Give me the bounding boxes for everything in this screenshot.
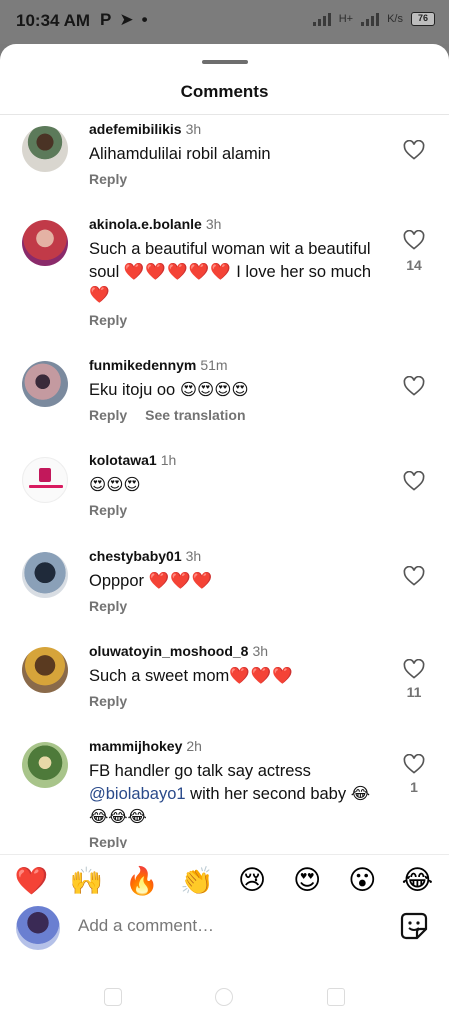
logo-text [29,485,63,488]
like-heart-icon[interactable] [403,566,425,586]
my-avatar [16,906,60,950]
avatar[interactable] [22,742,68,788]
comment-time: 3h [205,216,222,232]
comment-text: FB handler go talk say actress @biolabay… [89,762,370,826]
quick-reactions-bar: ❤️ 🙌 🔥 👏 😢 😍 😮 😂 [0,854,449,906]
reaction-heart[interactable]: ❤️ [10,865,54,897]
avatar[interactable] [22,361,68,407]
reply-button[interactable]: Reply [89,407,127,423]
comment-text: Opppor ❤️❤️❤️ [89,572,214,590]
comment-composer: Add a comment… [0,906,449,964]
telegram-icon: ➤ [119,10,142,29]
back-nav-icon[interactable] [104,988,122,1006]
comment-username[interactable]: oluwatoyin_moshood_8 3h [89,643,374,659]
comment-username[interactable]: adefemibilikis 3h [89,121,374,137]
reply-button[interactable]: Reply [89,312,127,328]
signal-icon-2 [361,12,380,26]
status-right: H+ K/s 76 [312,12,435,26]
comment-username[interactable]: mammijhokey 2h [89,738,374,754]
mention-link[interactable]: @biolabayo1 [89,785,186,803]
like-count: 11 [406,684,422,700]
reply-button[interactable]: Reply [89,502,127,518]
reply-button[interactable]: Reply [89,171,127,187]
heart-eyes-emojis: 😍😍😍😍 [179,381,249,399]
signal-icon [312,12,331,26]
reply-button[interactable]: Reply [89,598,127,614]
avatar[interactable] [22,220,68,266]
avatar[interactable] [22,552,68,598]
like-heart-icon[interactable] [403,659,425,679]
avatar[interactable] [22,126,68,172]
system-nav-bar [0,974,449,1024]
comment-text: Eku itoju oo 😍😍😍😍 [89,381,249,399]
reaction-crying[interactable]: 😢 [230,865,274,896]
like-count: 14 [406,257,422,273]
comment-text: Alihamdulilai robil alamin [89,145,271,163]
reaction-laughing[interactable]: 😂 [395,865,439,896]
add-comment-input[interactable]: Add a comment… [78,916,214,936]
parking-icon: P [100,10,120,29]
reaction-raised-hands[interactable]: 🙌 [65,865,109,897]
see-translation-button[interactable]: See translation [145,407,245,423]
like-heart-icon[interactable] [403,471,425,491]
avatar[interactable] [22,457,68,503]
reply-button[interactable]: Reply [89,834,127,848]
comment-username[interactable]: chestybaby01 3h [89,548,374,564]
reply-button[interactable]: Reply [89,693,127,709]
like-heart-icon[interactable] [403,230,425,250]
battery-icon: 76 [411,12,435,26]
reaction-surprised[interactable]: 😮 [340,865,384,896]
sheet-title: Comments [180,82,269,101]
status-bar: 10:34 AM P➤• H+ K/s 76 [0,0,449,44]
recents-nav-icon[interactable] [327,988,345,1006]
like-heart-icon[interactable] [403,376,425,396]
comment-text: Such a sweet mom❤️❤️❤️ [89,667,294,685]
comment-time: 3h [252,643,269,659]
drag-handle[interactable] [202,60,248,64]
comments-sheet: Comments adefemibilikis 3h Alihamdulilai … [0,44,449,1024]
comment-list[interactable]: adefemibilikis 3h Alihamdulilai robil ala… [0,115,449,848]
comment-time: 3h [185,121,202,137]
heart-emojis: ❤️❤️❤️ [229,667,294,685]
status-time: 10:34 AM [16,11,91,30]
comment-time: 51m [200,357,228,373]
comment-time: 3h [185,548,202,564]
comment-time: 1h [160,452,177,468]
reaction-fire[interactable]: 🔥 [120,865,164,897]
home-nav-icon[interactable] [215,988,233,1006]
heart-emojis: ❤️❤️❤️❤️❤️ [123,263,232,281]
comment-text: 😍😍😍 [89,474,374,497]
sticker-icon[interactable] [400,912,428,940]
reaction-heart-eyes[interactable]: 😍 [285,865,329,896]
heart-eyes-emojis: 😍😍😍 [89,476,141,494]
comment-username[interactable]: kolotawa1 1h [89,452,374,468]
like-heart-icon[interactable] [403,140,425,160]
reaction-clap[interactable]: 👏 [175,865,219,897]
like-count: 1 [410,779,418,795]
comment-username[interactable]: akinola.e.bolanle 3h [89,216,374,232]
notification-icons: P➤• [100,10,156,30]
avatar[interactable] [22,647,68,693]
comment-text: Such a beautiful woman wit a beautiful s… [89,240,372,304]
dot-icon: • [141,10,156,29]
wifi-speed-icon: K/s [387,13,403,25]
like-heart-icon[interactable] [403,754,425,774]
logo-icon [39,468,51,482]
comment-username[interactable]: funmikedennym 51m [89,357,374,373]
heart-emojis: ❤️❤️❤️ [148,572,214,590]
network-type: H+ [338,13,354,25]
comment-time: 2h [186,738,202,754]
